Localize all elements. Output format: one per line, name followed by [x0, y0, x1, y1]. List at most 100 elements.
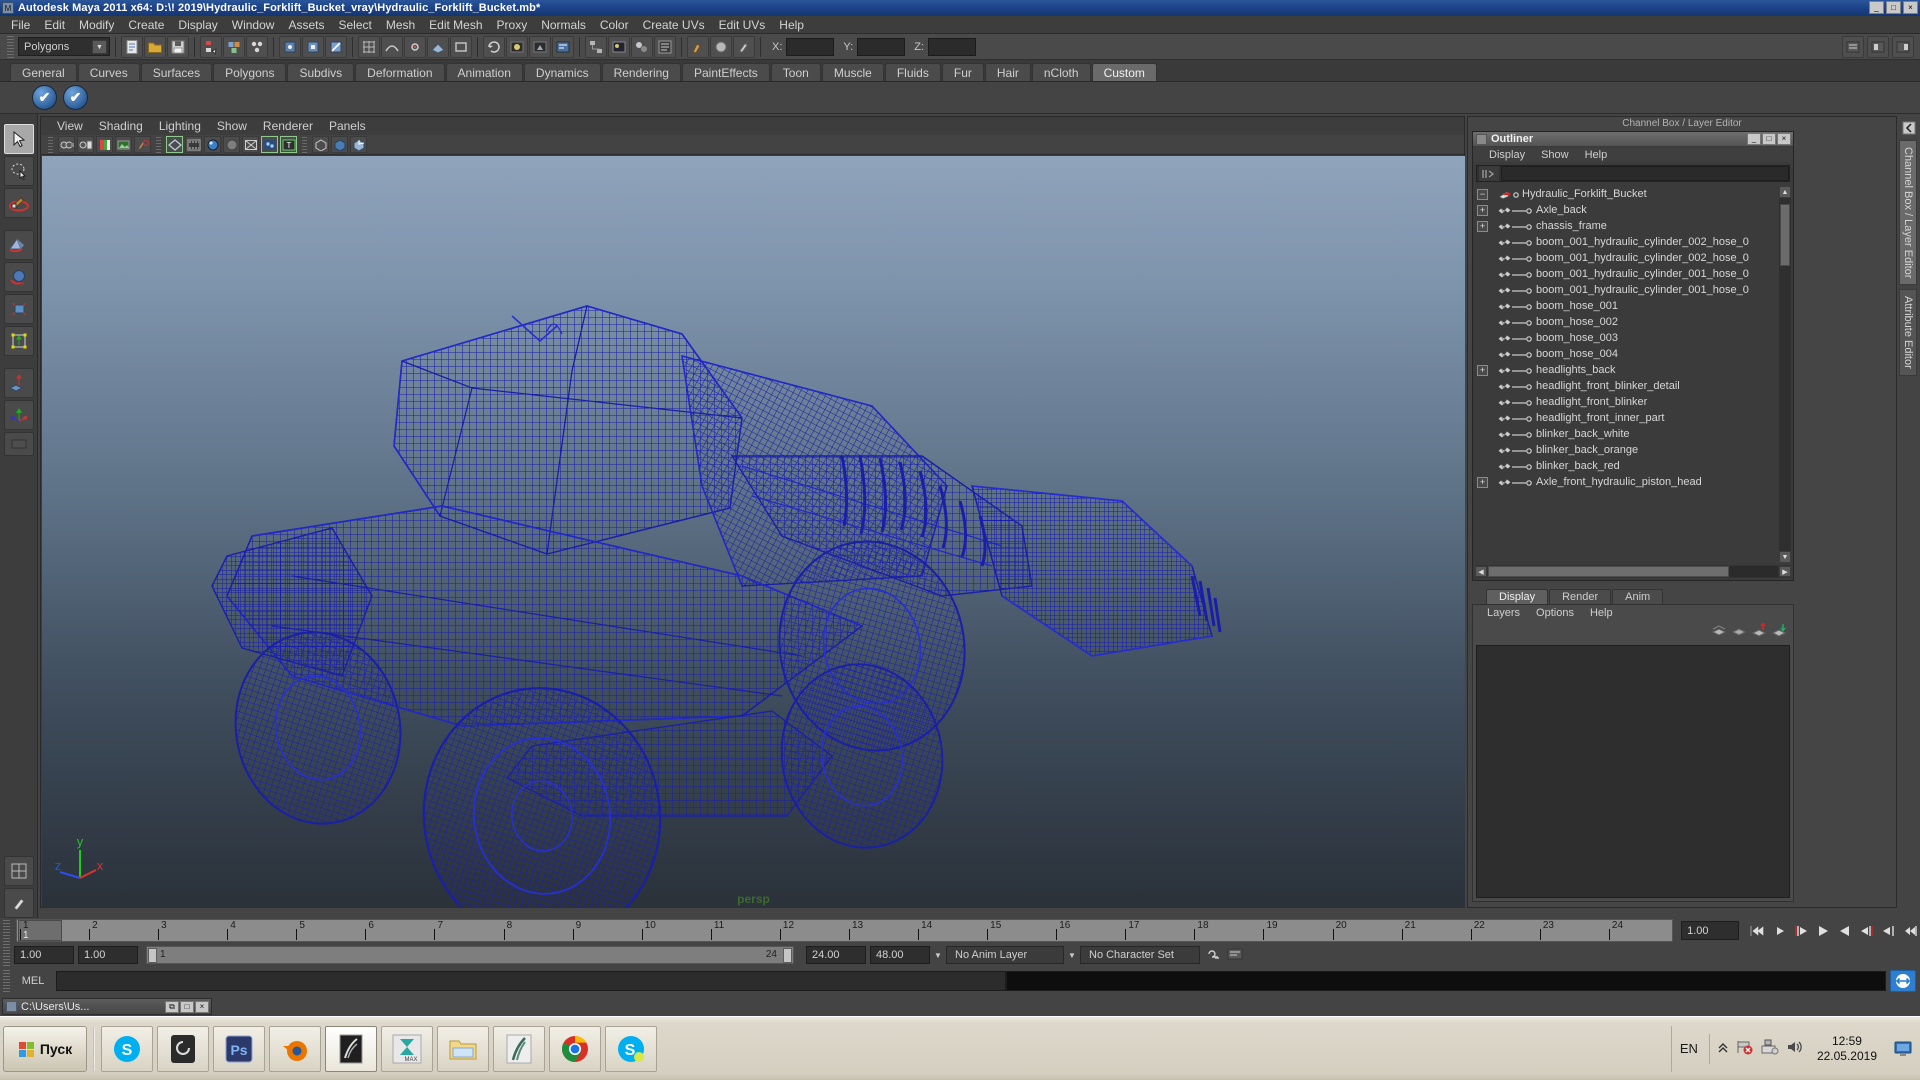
range-bar[interactable]: 1 24 — [146, 946, 794, 964]
snap-to-point-button[interactable] — [404, 36, 426, 58]
open-hypergraph-button[interactable] — [585, 36, 607, 58]
snap-to-plane-button[interactable] — [427, 36, 449, 58]
shelf-tab-rendering[interactable]: Rendering — [602, 63, 681, 81]
character-set-select[interactable]: No Character Set — [1080, 946, 1200, 964]
show-hidden-icons-icon[interactable] — [1717, 1041, 1729, 1056]
start-button[interactable]: Пуск — [3, 1026, 87, 1072]
select-tool[interactable] — [4, 124, 34, 154]
shelf-tab-curves[interactable]: Curves — [78, 63, 140, 81]
side-tab-attribute-editor[interactable]: Attribute Editor — [1899, 289, 1917, 376]
taskbar-item-marvelous-designer[interactable] — [493, 1026, 545, 1072]
command-line-grip[interactable] — [3, 970, 10, 992]
show-hide-tool-settings-button[interactable] — [1867, 36, 1889, 58]
paint-effects-canvas-button[interactable] — [4, 888, 34, 918]
layer-editor-menu-options[interactable]: Options — [1528, 607, 1582, 619]
menu-window[interactable]: Window — [225, 17, 282, 33]
shadow-display-icon[interactable] — [312, 136, 329, 153]
range-start-field[interactable]: 1.00 — [14, 946, 74, 964]
z-coord-field[interactable] — [928, 38, 976, 56]
snap-to-grid-button[interactable] — [358, 36, 380, 58]
menu-assets[interactable]: Assets — [281, 17, 331, 33]
open-render-view-button[interactable] — [608, 36, 630, 58]
outliner-menu-help[interactable]: Help — [1577, 149, 1616, 161]
image-plane-icon[interactable] — [115, 136, 132, 153]
layer-editor-menu-help[interactable]: Help — [1582, 607, 1621, 619]
minimize-button[interactable]: _ — [1869, 1, 1884, 14]
expand-toggle-icon[interactable]: + — [1477, 477, 1488, 488]
outliner-item[interactable]: +Axle_front_hydraulic_piston_head — [1475, 474, 1778, 490]
outliner-menu-show[interactable]: Show — [1533, 149, 1577, 161]
menu-edit-mesh[interactable]: Edit Mesh — [422, 17, 489, 33]
outliner-item[interactable]: headlight_front_blinker_detail — [1475, 378, 1778, 394]
shelf-tab-painteffects[interactable]: PaintEffects — [682, 63, 770, 81]
menu-edit-uvs[interactable]: Edit UVs — [712, 17, 773, 33]
save-scene-button[interactable] — [167, 36, 189, 58]
menu-proxy[interactable]: Proxy — [490, 17, 535, 33]
go-to-start-button[interactable] — [1749, 923, 1766, 939]
outliner-item[interactable]: −Hydraulic_Forklift_Bucket — [1475, 186, 1778, 202]
range-slider-grip[interactable] — [3, 944, 10, 966]
step-back-key-button[interactable] — [1771, 923, 1788, 939]
range-right-handle[interactable] — [783, 948, 792, 963]
viewport-toolbar-grip[interactable] — [48, 137, 53, 153]
menu-file[interactable]: File — [4, 17, 37, 33]
show-hide-channel-box-button[interactable] — [1892, 36, 1914, 58]
collapse-toggle-icon[interactable]: − — [1477, 189, 1488, 200]
select-hierarchy-root-button[interactable] — [279, 36, 301, 58]
outliner-item[interactable]: +Axle_back — [1475, 202, 1778, 218]
camera-attributes-icon[interactable] — [77, 136, 94, 153]
outliner-maximize-button[interactable]: □ — [1762, 133, 1776, 145]
shelf-tab-fur[interactable]: Fur — [942, 63, 984, 81]
taskbar-item-skype-1[interactable]: S — [101, 1026, 153, 1072]
play-backwards-button[interactable] — [1815, 923, 1832, 939]
taskbar-item-chrome[interactable] — [549, 1026, 601, 1072]
layer-editor-tab-render[interactable]: Render — [1549, 589, 1611, 604]
maximize-button[interactable]: □ — [1886, 1, 1901, 14]
viewport-toolbar-grip[interactable] — [302, 137, 307, 153]
render-current-frame-button[interactable] — [506, 36, 528, 58]
select-camera-icon[interactable] — [58, 136, 75, 153]
layer-editor-menu-layers[interactable]: Layers — [1479, 607, 1528, 619]
step-forward-frame-button[interactable] — [1859, 923, 1876, 939]
shelf-tab-subdivs[interactable]: Subdivs — [287, 63, 354, 81]
select-by-object-type-button[interactable] — [223, 36, 245, 58]
go-to-end-button[interactable] — [1903, 923, 1920, 939]
outliner-minimize-button[interactable]: _ — [1747, 133, 1761, 145]
paint-weights-button[interactable] — [733, 36, 755, 58]
x-coord-field[interactable] — [786, 38, 834, 56]
menuset-mode-dropdown[interactable]: Polygons ▼ — [18, 37, 110, 56]
lasso-select-tool[interactable] — [4, 156, 34, 186]
outliner-item[interactable]: blinker_back_red — [1475, 458, 1778, 474]
script-maximize-button[interactable]: □ — [180, 1001, 194, 1013]
outliner-horizontal-scrollbar[interactable]: ◀ ▶ — [1475, 565, 1791, 578]
clock[interactable]: 12:59 22.05.2019 — [1817, 1034, 1877, 1064]
auto-key-button[interactable] — [1204, 947, 1222, 964]
open-scene-button[interactable] — [144, 36, 166, 58]
outliner-item[interactable]: boom_001_hydraulic_cylinder_002_hose_0 — [1475, 234, 1778, 250]
network-error-icon[interactable] — [1736, 1039, 1754, 1058]
outliner-item[interactable]: +headlights_back — [1475, 362, 1778, 378]
help-arrows-icon[interactable] — [1890, 970, 1916, 992]
current-time-field[interactable]: 1.00 — [1681, 921, 1739, 940]
move-layer-up-icon[interactable] — [1751, 623, 1767, 640]
expand-toggle-icon[interactable]: + — [1477, 221, 1488, 232]
viewport-menu-renderer[interactable]: Renderer — [255, 118, 321, 134]
step-forward-key-button[interactable] — [1881, 923, 1898, 939]
toolbar-grip[interactable] — [7, 36, 14, 58]
hardware-texturing-icon[interactable] — [261, 136, 278, 153]
expand-toggle-icon[interactable]: + — [1477, 205, 1488, 216]
viewport-menu-show[interactable]: Show — [209, 118, 255, 134]
select-by-hierarchy-button[interactable] — [200, 36, 222, 58]
shelf-tab-muscle[interactable]: Muscle — [822, 63, 884, 81]
character-set-chevron-down-icon[interactable]: ▼ — [1064, 946, 1080, 964]
shelf-tab-custom[interactable]: Custom — [1092, 63, 1157, 81]
playback-start-field[interactable]: 24.00 — [806, 946, 866, 964]
outliner-item[interactable]: headlight_front_inner_part — [1475, 410, 1778, 426]
persp-viewport[interactable]: y z x persp — [42, 156, 1465, 908]
shelf-tab-polygons[interactable]: Polygons — [213, 63, 286, 81]
hscrollbar-thumb[interactable] — [1488, 566, 1729, 577]
layer-editor-tab-display[interactable]: Display — [1486, 589, 1548, 604]
menu-display[interactable]: Display — [171, 17, 224, 33]
taskbar-item-skype-2[interactable]: S — [605, 1026, 657, 1072]
shelf-tab-animation[interactable]: Animation — [446, 63, 523, 81]
